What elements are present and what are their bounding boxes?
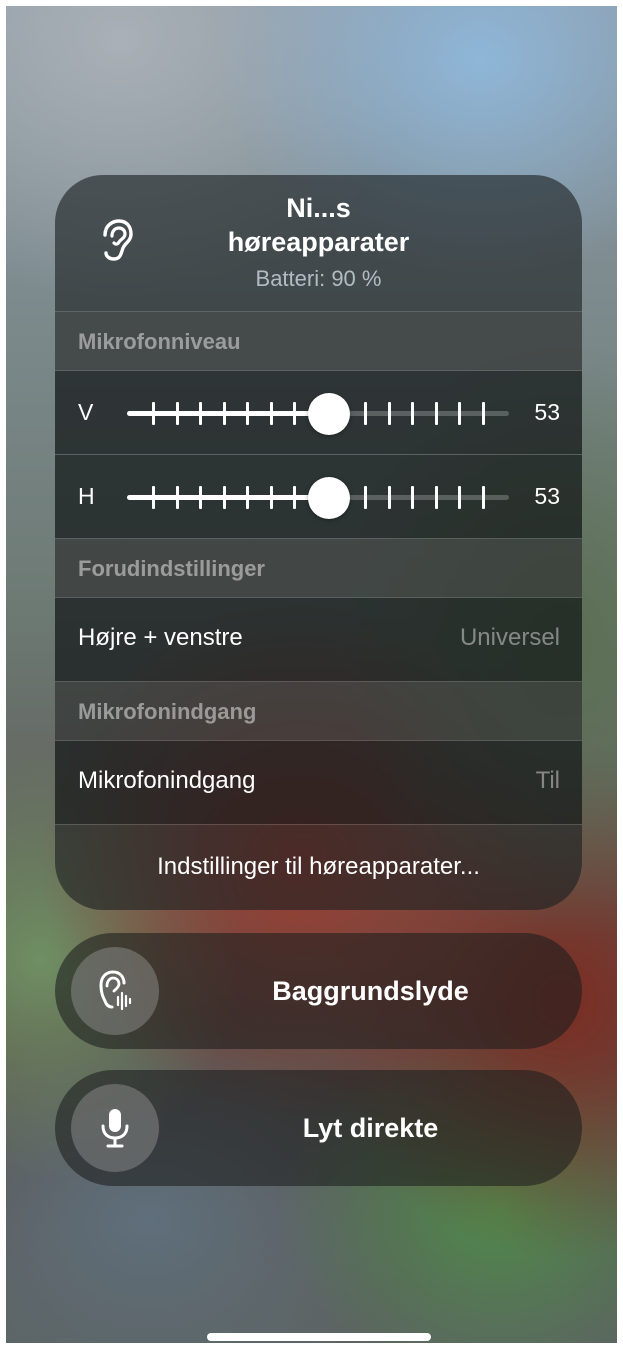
slider-fill: [127, 411, 330, 416]
section-title: Mikrofonniveau: [78, 329, 241, 354]
preset-label: Højre + venstre: [78, 624, 243, 651]
slider-tick: [293, 486, 297, 509]
slider-row-right: H 53: [55, 455, 582, 538]
slider-tick: [199, 402, 203, 425]
slider-side-label: V: [78, 399, 94, 425]
hearing-device-settings-link[interactable]: Indstillinger til høreapparater...: [55, 823, 582, 910]
background-sounds-icon-circle: [71, 947, 159, 1035]
slider-side-label: H: [78, 483, 95, 509]
slider-tick: [387, 486, 391, 509]
preset-value: Universel: [459, 624, 560, 651]
mic-input-row[interactable]: Mikrofonindgang Til: [55, 741, 582, 824]
slider-tick: [482, 486, 485, 509]
slider-tick: [152, 486, 155, 509]
slider-tick: [293, 402, 297, 425]
background-sounds-label: Baggrundslyde: [272, 976, 469, 1006]
slider-tick: [411, 402, 415, 425]
section-title: Mikrofonindgang: [78, 699, 257, 724]
preset-row[interactable]: Højre + venstre Universel: [55, 598, 582, 681]
mic-input-value: Til: [535, 767, 560, 794]
slider-tick: [269, 402, 273, 425]
frame-border: [0, 0, 6, 1349]
slider-tick: [364, 486, 368, 509]
slider-tick: [364, 402, 368, 425]
battery-status: Batteri: 90 %: [255, 266, 382, 291]
device-name-line1: Ni...s: [286, 193, 351, 223]
slider-thumb[interactable]: [308, 477, 351, 519]
slider-value: 53: [534, 399, 560, 425]
slider-tick: [222, 486, 226, 509]
slider-tick: [246, 486, 250, 509]
live-listen-icon-circle: [71, 1084, 159, 1172]
slider-tick: [152, 402, 155, 425]
slider-tick: [269, 486, 273, 509]
slider-tick: [434, 402, 438, 425]
slider-tick: [222, 402, 226, 425]
slider-tick: [411, 486, 415, 509]
background-sounds-button[interactable]: Baggrundslyde: [55, 933, 582, 1049]
section-title: Forudindstillinger: [78, 556, 265, 581]
slider-thumb[interactable]: [308, 393, 351, 435]
panel-header: Ni...s høreapparater Batteri: 90 %: [55, 175, 582, 311]
slider-row-left: V 53: [55, 371, 582, 454]
slider-tick: [434, 486, 438, 509]
left-microphone-slider[interactable]: [127, 393, 509, 435]
slider-value: 53: [534, 483, 560, 509]
home-indicator[interactable]: [207, 1333, 431, 1341]
slider-tick: [458, 402, 462, 425]
slider-tick: [175, 402, 179, 425]
slider-fill: [127, 495, 330, 500]
slider-tick: [175, 486, 179, 509]
frame-border: [617, 0, 623, 1349]
hearing-devices-panel: Ni...s høreapparater Batteri: 90 % Mikro…: [55, 175, 582, 910]
section-microphone-level: Mikrofonniveau: [55, 312, 582, 370]
frame-border: [0, 1343, 623, 1349]
right-microphone-slider[interactable]: [127, 477, 509, 519]
mic-input-label: Mikrofonindgang: [78, 767, 256, 794]
ear-waveform-icon: [99, 970, 132, 1011]
slider-tick: [199, 486, 203, 509]
frame-border: [0, 0, 623, 6]
slider-tick: [246, 402, 250, 425]
slider-tick: [387, 402, 391, 425]
microphone-icon: [101, 1109, 129, 1148]
section-mic-input: Mikrofonindgang: [55, 682, 582, 740]
device-name-line2: høreapparater: [227, 227, 410, 257]
slider-tick: [458, 486, 462, 509]
section-presets: Forudindstillinger: [55, 539, 582, 597]
live-listen-label: Lyt direkte: [302, 1113, 439, 1143]
live-listen-button[interactable]: Lyt direkte: [55, 1070, 582, 1186]
slider-tick: [482, 402, 485, 425]
